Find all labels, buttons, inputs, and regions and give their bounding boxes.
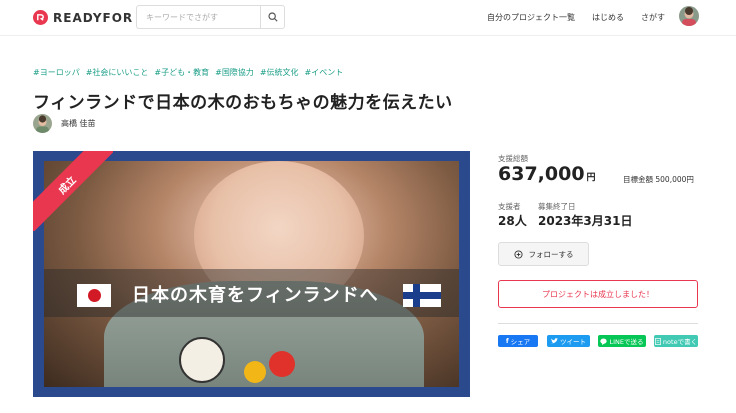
supporters-count: 28人: [498, 214, 527, 228]
success-message: プロジェクトは成立しました！: [498, 280, 698, 308]
tag-tradition[interactable]: #伝統文化: [260, 67, 299, 78]
image-caption: 日本の木育をフィンランドへ: [132, 285, 379, 306]
follow-label: フォローする: [528, 249, 574, 259]
amount-value: 637,000: [498, 163, 585, 185]
wooden-toy-yellow: [244, 361, 266, 383]
search-button[interactable]: [260, 6, 284, 28]
note-icon: [655, 337, 661, 345]
logo-icon: [33, 10, 48, 25]
owner-name: 高橋 佳苗: [61, 119, 96, 128]
tag-event[interactable]: #イベント: [305, 67, 344, 78]
share-facebook-button[interactable]: f シェア: [498, 335, 538, 347]
end-date: 2023年3月31日: [538, 214, 633, 228]
project-main-image[interactable]: 日本の木育をフィンランドへ 成立: [33, 151, 470, 397]
wooden-toy-ball: [179, 337, 225, 383]
plus-circle-icon: [513, 249, 523, 259]
share-note-button[interactable]: noteで書く: [654, 335, 698, 347]
project-title: フィンランドで日本の木のおもちゃの魅力を伝えたい: [33, 93, 453, 113]
tag-international[interactable]: #国際協力: [215, 67, 254, 78]
nav-start[interactable]: はじめる: [592, 12, 624, 23]
owner-avatar: [33, 114, 52, 133]
readyfor-logo[interactable]: READYFOR: [33, 10, 133, 25]
end-date-label: 募集終了日: [538, 202, 576, 211]
tag-social-good[interactable]: #社会にいいこと: [86, 67, 149, 78]
line-icon: [600, 337, 608, 345]
wooden-toy-red: [269, 351, 295, 377]
goal-amount: 目標金額 500,000円: [623, 175, 694, 184]
logo-text: READYFOR: [53, 10, 134, 25]
finland-flag-icon: [403, 284, 441, 307]
share-twitter-button[interactable]: ツイート: [547, 335, 590, 347]
supporters-label: 支援者: [498, 202, 521, 211]
search-box: [136, 5, 285, 29]
divider: [498, 323, 698, 324]
site-header: READYFOR 自分のプロジェクト一覧 はじめる さがす: [0, 0, 736, 36]
success-ribbon: 成立: [33, 151, 113, 231]
funding-amount: 637,000 円: [498, 163, 596, 185]
search-input[interactable]: [137, 6, 260, 28]
share-facebook-label: シェア: [510, 338, 531, 346]
project-owner[interactable]: 高橋 佳苗: [33, 114, 96, 133]
japan-flag-icon: [77, 284, 111, 307]
project-tags: #ヨーロッパ #社会にいいこと #子ども・教育 #国際協力 #伝統文化 #イベン…: [33, 67, 343, 78]
amount-currency: 円: [586, 173, 596, 183]
ribbon-label: 成立: [33, 151, 113, 231]
nav-my-projects[interactable]: 自分のプロジェクト一覧: [487, 12, 575, 23]
tag-europe[interactable]: #ヨーロッパ: [33, 67, 80, 78]
search-icon: [267, 12, 278, 22]
share-twitter-label: ツイート: [560, 338, 586, 346]
share-line-label: LINEで送る: [609, 338, 644, 346]
tag-kids-education[interactable]: #子ども・教育: [154, 67, 209, 78]
follow-button[interactable]: フォローする: [498, 242, 589, 266]
share-note-label: noteで書く: [662, 338, 698, 346]
share-line-button[interactable]: LINEで送る: [598, 335, 646, 347]
nav-search[interactable]: さがす: [641, 12, 665, 23]
user-avatar[interactable]: [679, 6, 699, 26]
twitter-icon: [551, 338, 558, 344]
facebook-icon: f: [505, 337, 509, 345]
